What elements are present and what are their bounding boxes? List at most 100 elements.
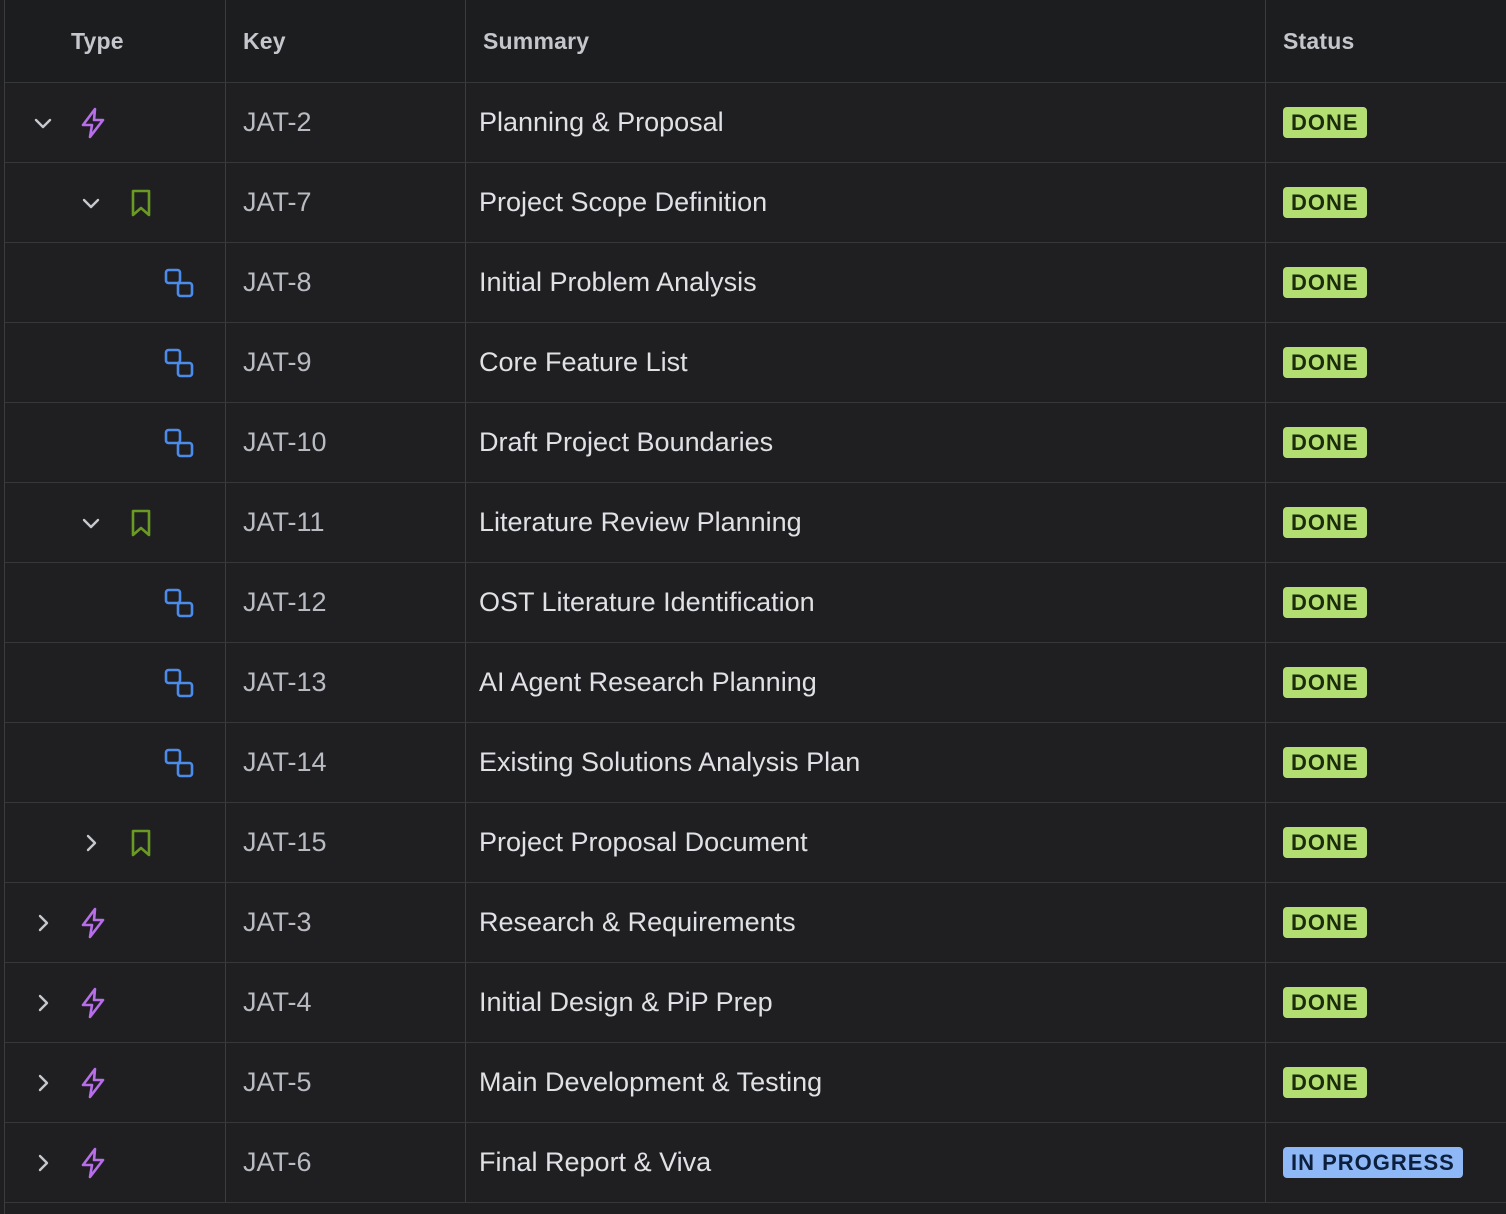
column-header-key[interactable]: Key (226, 0, 466, 82)
issue-key-link[interactable]: JAT-6 (243, 1147, 312, 1178)
status-badge[interactable]: DONE (1283, 1067, 1367, 1098)
column-header-status[interactable]: Status (1266, 0, 1506, 82)
summary-cell: Initial Problem Analysis (466, 243, 1266, 322)
table-row[interactable]: JAT-15 Project Proposal Document DONE (5, 803, 1506, 883)
status-cell: DONE (1266, 963, 1506, 1042)
status-badge[interactable]: DONE (1283, 107, 1367, 138)
chevron-down-icon[interactable] (77, 509, 105, 537)
key-cell: JAT-15 (226, 803, 466, 882)
issue-summary[interactable]: OST Literature Identification (479, 587, 815, 618)
issue-summary[interactable]: Initial Problem Analysis (479, 267, 757, 298)
issue-key-link[interactable]: JAT-9 (243, 347, 312, 378)
table-row[interactable]: JAT-4 Initial Design & PiP Prep DONE (5, 963, 1506, 1043)
issue-summary[interactable]: Core Feature List (479, 347, 688, 378)
issue-key-link[interactable]: JAT-12 (243, 587, 327, 618)
status-cell: DONE (1266, 483, 1506, 562)
issue-key-link[interactable]: JAT-14 (243, 747, 327, 778)
summary-cell: Core Feature List (466, 323, 1266, 402)
table-row[interactable]: JAT-14 Existing Solutions Analysis Plan DO… (5, 723, 1506, 803)
status-badge[interactable]: DONE (1283, 427, 1367, 458)
table-row[interactable]: JAT-8 Initial Problem Analysis DONE (5, 243, 1506, 323)
issue-summary[interactable]: Planning & Proposal (479, 107, 724, 138)
chevron-right-icon[interactable] (29, 989, 57, 1017)
status-badge[interactable]: DONE (1283, 507, 1367, 538)
status-badge[interactable]: DONE (1283, 827, 1367, 858)
table-row[interactable]: JAT-11 Literature Review Planning DONE (5, 483, 1506, 563)
issue-summary[interactable]: Project Scope Definition (479, 187, 767, 218)
column-header-type[interactable]: Type (5, 0, 226, 82)
bookmark-icon (125, 827, 157, 859)
status-badge[interactable]: IN PROGRESS (1283, 1147, 1463, 1178)
table-row[interactable]: JAT-6 Final Report & Viva IN PROGRESS (5, 1123, 1506, 1203)
issue-summary[interactable]: Draft Project Boundaries (479, 427, 773, 458)
issue-key-link[interactable]: JAT-3 (243, 907, 312, 938)
type-cell (5, 323, 226, 402)
issue-hierarchy-table: Type Key Summary Status JAT-2 Planning & … (4, 0, 1506, 1214)
status-badge[interactable]: DONE (1283, 347, 1367, 378)
type-cell (5, 163, 226, 242)
status-cell: DONE (1266, 563, 1506, 642)
issue-key-link[interactable]: JAT-15 (243, 827, 327, 858)
summary-cell: Draft Project Boundaries (466, 403, 1266, 482)
status-cell: DONE (1266, 323, 1506, 402)
table-row[interactable]: JAT-3 Research & Requirements DONE (5, 883, 1506, 963)
column-header-summary[interactable]: Summary (466, 0, 1266, 82)
key-cell: JAT-3 (226, 883, 466, 962)
column-header-summary-label: Summary (483, 27, 590, 54)
summary-cell: Final Report & Viva (466, 1123, 1266, 1202)
issue-summary[interactable]: Initial Design & PiP Prep (479, 987, 773, 1018)
summary-cell: Initial Design & PiP Prep (466, 963, 1266, 1042)
status-badge[interactable]: DONE (1283, 267, 1367, 298)
table-row[interactable]: JAT-13 AI Agent Research Planning DONE (5, 643, 1506, 723)
summary-cell: Literature Review Planning (466, 483, 1266, 562)
subtask-icon (163, 427, 195, 459)
type-cell (5, 563, 226, 642)
issue-key-link[interactable]: JAT-8 (243, 267, 312, 298)
issue-key-link[interactable]: JAT-5 (243, 1067, 312, 1098)
type-cell (5, 403, 226, 482)
status-badge[interactable]: DONE (1283, 187, 1367, 218)
status-badge[interactable]: DONE (1283, 587, 1367, 618)
status-badge[interactable]: DONE (1283, 747, 1367, 778)
chevron-right-icon[interactable] (77, 829, 105, 857)
status-badge[interactable]: DONE (1283, 667, 1367, 698)
chevron-right-icon[interactable] (29, 1069, 57, 1097)
chevron-right-icon[interactable] (29, 1149, 57, 1177)
issue-key-link[interactable]: JAT-4 (243, 987, 312, 1018)
issue-key-link[interactable]: JAT-11 (243, 507, 325, 538)
issue-summary[interactable]: Literature Review Planning (479, 507, 802, 538)
key-cell: JAT-6 (226, 1123, 466, 1202)
chevron-right-icon[interactable] (29, 909, 57, 937)
issue-summary[interactable]: Existing Solutions Analysis Plan (479, 747, 860, 778)
table-row[interactable]: JAT-7 Project Scope Definition DONE (5, 163, 1506, 243)
status-badge[interactable]: DONE (1283, 987, 1367, 1018)
issue-key-link[interactable]: JAT-10 (243, 427, 327, 458)
summary-cell: Existing Solutions Analysis Plan (466, 723, 1266, 802)
chevron-down-icon[interactable] (77, 189, 105, 217)
table-row[interactable]: JAT-5 Main Development & Testing DONE (5, 1043, 1506, 1123)
table-row[interactable]: JAT-9 Core Feature List DONE (5, 323, 1506, 403)
issue-key-link[interactable]: JAT-13 (243, 667, 327, 698)
issue-summary[interactable]: Final Report & Viva (479, 1147, 711, 1178)
issue-summary[interactable]: Research & Requirements (479, 907, 796, 938)
summary-cell: Project Proposal Document (466, 803, 1266, 882)
bookmark-icon (125, 187, 157, 219)
issue-summary[interactable]: AI Agent Research Planning (479, 667, 817, 698)
issue-summary[interactable]: Main Development & Testing (479, 1067, 822, 1098)
table-row[interactable]: JAT-2 Planning & Proposal DONE (5, 83, 1506, 163)
bookmark-icon (125, 507, 157, 539)
table-row[interactable]: JAT-12 OST Literature Identification DONE (5, 563, 1506, 643)
table-row[interactable]: JAT-10 Draft Project Boundaries DONE (5, 403, 1506, 483)
chevron-down-icon[interactable] (29, 109, 57, 137)
key-cell: JAT-12 (226, 563, 466, 642)
type-cell (5, 643, 226, 722)
column-header-type-label: Type (71, 27, 124, 54)
status-badge[interactable]: DONE (1283, 907, 1367, 938)
issue-summary[interactable]: Project Proposal Document (479, 827, 808, 858)
type-cell (5, 243, 226, 322)
key-cell: JAT-9 (226, 323, 466, 402)
issue-key-link[interactable]: JAT-7 (243, 187, 312, 218)
lightning-icon (77, 107, 109, 139)
issue-key-link[interactable]: JAT-2 (243, 107, 312, 138)
subtask-icon (163, 667, 195, 699)
